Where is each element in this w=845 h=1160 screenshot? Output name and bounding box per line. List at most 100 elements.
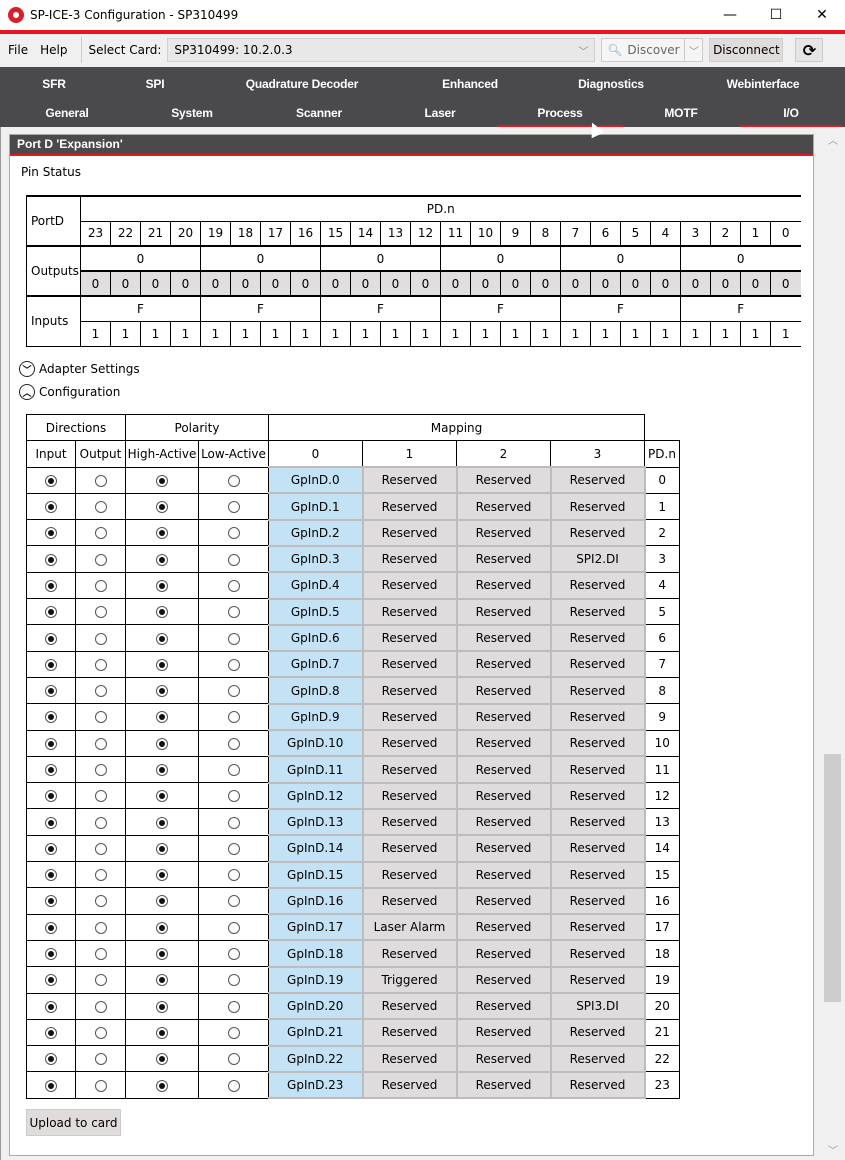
direction-output-radio[interactable] — [94, 948, 107, 961]
polarity-low-active-radio[interactable] — [227, 1000, 240, 1013]
menu-file[interactable]: File — [2, 43, 34, 57]
mapping-2-option[interactable]: Reserved — [455, 676, 552, 705]
mapping-1-option[interactable]: Reserved — [361, 834, 458, 863]
mapping-0-option[interactable]: GpInD.6 — [268, 623, 364, 653]
polarity-low-active-radio[interactable] — [227, 501, 240, 514]
mapping-0-option[interactable]: GpInD.13 — [268, 807, 364, 837]
direction-input-radio[interactable] — [45, 1079, 57, 1092]
output-bit-toggle[interactable]: 0 — [650, 270, 681, 297]
direction-input-radio[interactable] — [45, 764, 57, 776]
tab-spi[interactable]: SPI — [125, 69, 185, 98]
output-bit-toggle[interactable]: 0 — [290, 270, 321, 297]
mapping-3-option[interactable]: Reserved — [549, 886, 646, 916]
direction-input-radio[interactable] — [45, 948, 57, 961]
polarity-high-active-radio[interactable] — [156, 685, 168, 698]
direction-input-radio[interactable] — [45, 606, 57, 619]
mapping-0-option[interactable]: GpInD.4 — [268, 571, 364, 600]
polarity-high-active-radio[interactable] — [156, 764, 168, 776]
polarity-high-active-radio[interactable] — [156, 553, 168, 566]
direction-output-radio[interactable] — [94, 895, 107, 908]
mapping-2-option[interactable]: Reserved — [455, 544, 552, 574]
mapping-3-option[interactable]: Reserved — [549, 965, 646, 995]
direction-output-radio[interactable] — [94, 632, 107, 645]
direction-output-radio[interactable] — [94, 816, 107, 829]
mapping-2-option[interactable]: Reserved — [455, 1018, 552, 1047]
mapping-3-option[interactable]: Reserved — [549, 676, 646, 705]
direction-input-radio[interactable] — [45, 816, 57, 829]
mapping-3-option[interactable]: Reserved — [549, 807, 646, 837]
mapping-3-option[interactable]: Reserved — [549, 492, 646, 521]
mapping-2-option[interactable]: Reserved — [455, 992, 552, 1021]
scroll-thumb[interactable] — [824, 754, 841, 1002]
output-bit-toggle[interactable]: 0 — [560, 270, 591, 297]
tab-system[interactable]: System — [157, 98, 227, 127]
mapping-3-option[interactable]: Reserved — [549, 860, 646, 889]
mapping-1-option[interactable]: Reserved — [361, 860, 458, 889]
mapping-2-option[interactable]: Reserved — [455, 913, 552, 942]
output-bit-toggle[interactable]: 0 — [500, 270, 531, 297]
output-bit-toggle[interactable]: 0 — [80, 270, 111, 297]
polarity-low-active-radio[interactable] — [227, 948, 240, 961]
direction-output-radio[interactable] — [94, 764, 107, 776]
tab-io[interactable]: I/O — [740, 98, 842, 128]
refresh-button[interactable]: ⟳ — [795, 38, 824, 62]
polarity-low-active-radio[interactable] — [227, 632, 240, 645]
polarity-high-active-radio[interactable] — [156, 790, 168, 803]
discover-button[interactable]: 🔍︎ Discover — [601, 38, 686, 62]
mapping-2-option[interactable]: Reserved — [455, 702, 552, 732]
mapping-2-option[interactable]: Reserved — [455, 755, 552, 784]
mapping-1-option[interactable]: Reserved — [361, 492, 458, 521]
mapping-0-option[interactable]: GpInD.14 — [268, 834, 364, 863]
polarity-low-active-radio[interactable] — [227, 737, 240, 750]
polarity-high-active-radio[interactable] — [156, 842, 168, 855]
mapping-1-option[interactable]: Reserved — [361, 676, 458, 705]
polarity-low-active-radio[interactable] — [227, 553, 240, 566]
mapping-0-option[interactable]: GpInD.1 — [268, 492, 364, 521]
direction-output-radio[interactable] — [94, 1079, 107, 1092]
mapping-2-option[interactable]: Reserved — [455, 834, 552, 863]
mapping-3-option[interactable]: Reserved — [549, 781, 646, 810]
mapping-2-option[interactable]: Reserved — [455, 886, 552, 916]
output-bit-toggle[interactable]: 0 — [230, 270, 261, 297]
mapping-3-option[interactable]: Reserved — [549, 702, 646, 732]
output-bit-toggle[interactable]: 0 — [740, 270, 771, 297]
polarity-low-active-radio[interactable] — [227, 895, 240, 908]
direction-output-radio[interactable] — [94, 737, 107, 750]
mapping-0-option[interactable]: GpInD.17 — [268, 913, 364, 942]
polarity-high-active-radio[interactable] — [156, 816, 168, 829]
direction-input-radio[interactable] — [45, 842, 57, 855]
mapping-3-option[interactable]: SPI3.DI — [549, 992, 646, 1021]
mapping-1-option[interactable]: Reserved — [361, 544, 458, 574]
polarity-low-active-radio[interactable] — [227, 606, 240, 619]
output-bit-toggle[interactable]: 0 — [260, 270, 291, 297]
output-bit-toggle[interactable]: 0 — [380, 270, 411, 297]
polarity-low-active-radio[interactable] — [227, 764, 240, 776]
mapping-0-option[interactable]: GpInD.0 — [268, 466, 364, 495]
tab-scanner[interactable]: Scanner — [284, 98, 354, 127]
mapping-2-option[interactable]: Reserved — [455, 1070, 552, 1100]
mapping-3-option[interactable]: Reserved — [549, 939, 646, 968]
direction-output-radio[interactable] — [94, 974, 107, 987]
mapping-0-option[interactable]: GpInD.20 — [268, 992, 364, 1021]
output-bit-toggle[interactable]: 0 — [770, 270, 801, 297]
mapping-2-option[interactable]: Reserved — [455, 518, 552, 547]
mapping-2-option[interactable]: Reserved — [455, 965, 552, 995]
direction-output-radio[interactable] — [94, 869, 107, 882]
mapping-2-option[interactable]: Reserved — [455, 781, 552, 810]
direction-output-radio[interactable] — [94, 711, 107, 724]
direction-input-radio[interactable] — [45, 711, 57, 724]
mapping-2-option[interactable]: Reserved — [455, 466, 552, 495]
menu-help[interactable]: Help — [34, 43, 73, 57]
mapping-0-option[interactable]: GpInD.11 — [268, 755, 364, 784]
mapping-3-option[interactable]: Reserved — [549, 1044, 646, 1073]
tab-webinterface[interactable]: Webinterface — [710, 69, 816, 98]
scroll-down-icon[interactable]: ﹀ — [821, 1140, 845, 1158]
direction-output-radio[interactable] — [94, 501, 107, 514]
mapping-2-option[interactable]: Reserved — [455, 623, 552, 653]
upload-to-card-button[interactable]: Upload to card — [26, 1109, 121, 1136]
direction-input-radio[interactable] — [45, 579, 57, 592]
direction-input-radio[interactable] — [45, 737, 57, 750]
output-bit-toggle[interactable]: 0 — [200, 270, 231, 297]
direction-output-radio[interactable] — [94, 1000, 107, 1013]
scroll-up-icon[interactable]: ︿ — [821, 130, 845, 148]
